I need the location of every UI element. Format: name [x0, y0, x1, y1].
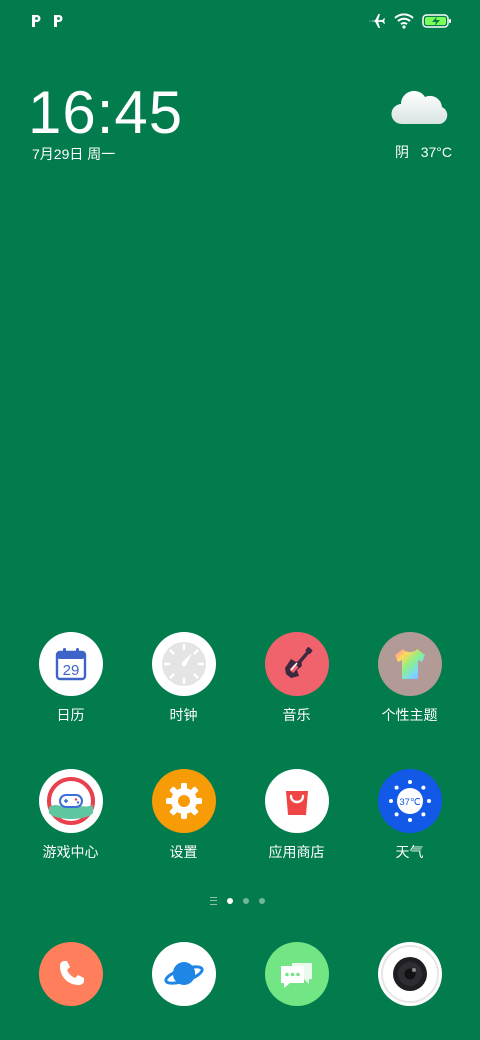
app-label: 游戏中心 — [42, 844, 99, 860]
app-themes[interactable]: 个性主题 — [353, 632, 466, 725]
weather-text: 阴 37°C — [395, 142, 452, 162]
app-game-center[interactable]: 游戏中心 — [14, 769, 127, 862]
p-notification-icon — [54, 15, 63, 27]
app-row-1: 29 日历 时钟 音乐 个性主题 — [14, 632, 466, 725]
clock-date[interactable]: 7月29日 周一 — [32, 144, 115, 164]
app-calendar[interactable]: 29 日历 — [14, 632, 127, 725]
app-label: 日历 — [56, 707, 85, 723]
wifi-icon — [394, 13, 414, 29]
dock-camera[interactable] — [353, 942, 466, 1006]
dock-phone[interactable] — [14, 942, 127, 1006]
weather-sun-icon: 37℃ — [377, 769, 442, 833]
page-dot — [259, 898, 265, 904]
p-notification-icon — [32, 15, 41, 27]
app-row-2: 游戏中心 设置 应用商店 37℃ 天气 — [14, 769, 466, 862]
camera-icon — [377, 942, 442, 1006]
app-settings[interactable]: 设置 — [127, 769, 240, 862]
status-bar[interactable] — [0, 0, 480, 44]
app-weather[interactable]: 37℃ 天气 — [353, 769, 466, 862]
guitar-icon — [264, 632, 329, 696]
dock — [14, 942, 466, 1006]
app-clock[interactable]: 时钟 — [127, 632, 240, 725]
dock-browser[interactable] — [127, 942, 240, 1006]
gear-icon — [151, 769, 216, 833]
calendar-icon: 29 — [38, 632, 103, 696]
airplane-icon — [369, 14, 385, 28]
shopping-bag-icon — [264, 769, 329, 833]
app-music[interactable]: 音乐 — [240, 632, 353, 725]
page-indicator[interactable] — [210, 897, 265, 905]
dock-messages[interactable] — [240, 942, 353, 1006]
app-store[interactable]: 应用商店 — [240, 769, 353, 862]
app-label: 设置 — [169, 844, 198, 860]
weather-temperature: 37°C — [420, 144, 452, 160]
app-label: 应用商店 — [268, 844, 325, 860]
cloud-icon — [391, 90, 448, 125]
app-label: 天气 — [395, 844, 424, 860]
weather-app-temp: 37℃ — [399, 797, 421, 808]
app-drawer-indicator-icon — [210, 897, 217, 905]
clock-icon — [151, 632, 216, 696]
chat-icon — [264, 942, 329, 1006]
weather-condition: 阴 — [395, 144, 410, 160]
page-dot-active — [227, 898, 233, 904]
battery-charging-icon — [422, 14, 451, 28]
clock-time[interactable]: 16:45 — [28, 78, 183, 148]
phone-icon — [38, 942, 103, 1006]
tshirt-icon — [377, 632, 442, 696]
game-center-icon — [38, 769, 103, 833]
calendar-day: 29 — [62, 662, 79, 679]
planet-icon — [151, 942, 216, 1006]
page-dot — [243, 898, 249, 904]
app-label: 音乐 — [282, 707, 311, 723]
app-label: 个性主题 — [381, 707, 438, 723]
app-label: 时钟 — [169, 707, 198, 723]
